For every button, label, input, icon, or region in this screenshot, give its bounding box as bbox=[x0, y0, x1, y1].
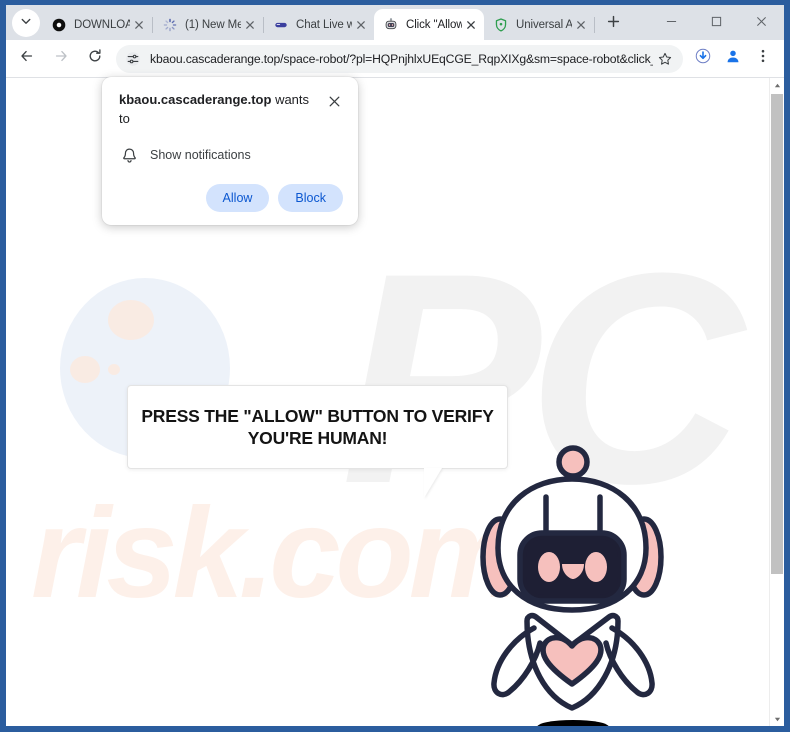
chat-pill-icon bbox=[273, 17, 289, 33]
tab-title: DOWNLOAD bbox=[74, 19, 130, 31]
robot-icon bbox=[383, 17, 399, 33]
chevron-down-icon bbox=[20, 14, 32, 32]
new-tab-button[interactable] bbox=[599, 10, 627, 38]
kebab-menu-icon bbox=[755, 48, 771, 69]
watermark-risk: risk.com bbox=[31, 482, 522, 625]
permission-dialog-title: kbaou.cascaderange.top wants to bbox=[119, 91, 314, 129]
bookmark-star-icon[interactable] bbox=[653, 47, 677, 71]
page-scrollbar[interactable] bbox=[769, 78, 784, 726]
address-bar[interactable]: kbaou.cascaderange.top/space-robot/?pl=H… bbox=[116, 44, 683, 73]
bell-icon bbox=[121, 147, 138, 164]
browser-tab-click-allow[interactable]: Click "Allow" bbox=[374, 9, 484, 40]
close-icon[interactable] bbox=[462, 16, 480, 34]
browser-tab-chat-live[interactable]: Chat Live with bbox=[264, 10, 374, 40]
screenshot-frame: DOWNLOAD bbox=[0, 0, 790, 732]
back-button[interactable] bbox=[12, 44, 42, 74]
url-text[interactable]: kbaou.cascaderange.top/space-robot/?pl=H… bbox=[150, 52, 653, 66]
notification-permission-dialog: kbaou.cascaderange.top wants to Show not… bbox=[102, 77, 358, 225]
speech-bubble-text: PRESS THE "ALLOW" BUTTON TO VERIFY YOU'R… bbox=[141, 405, 494, 448]
reload-icon bbox=[87, 48, 103, 69]
loading-spinner-icon bbox=[162, 17, 178, 33]
browser-window: DOWNLOAD bbox=[6, 5, 784, 726]
scroll-down-arrow-icon[interactable] bbox=[770, 712, 784, 726]
window-minimize-button[interactable] bbox=[649, 7, 694, 39]
chrome-menu-button[interactable] bbox=[749, 45, 777, 73]
speech-bubble-tail bbox=[424, 468, 442, 498]
window-close-button[interactable] bbox=[739, 7, 784, 39]
robot-shadow bbox=[537, 720, 609, 726]
minimize-icon bbox=[666, 14, 677, 32]
tab-strip: DOWNLOAD bbox=[6, 5, 784, 40]
close-icon bbox=[756, 14, 767, 32]
permission-request-row: Show notifications bbox=[119, 147, 343, 164]
browser-tab-universal-ad[interactable]: Universal Ad bbox=[484, 10, 594, 40]
forward-button bbox=[46, 44, 76, 74]
reload-button[interactable] bbox=[80, 44, 110, 74]
browser-tab-download[interactable]: DOWNLOAD bbox=[42, 10, 152, 40]
block-button[interactable]: Block bbox=[278, 183, 343, 212]
profile-avatar-icon bbox=[725, 48, 741, 69]
back-arrow-icon bbox=[19, 48, 35, 69]
planet-crater bbox=[108, 364, 120, 375]
forward-arrow-icon bbox=[53, 48, 69, 69]
scroll-up-arrow-icon[interactable] bbox=[770, 78, 784, 92]
tab-title: (1) New Mes bbox=[185, 19, 241, 31]
scrollbar-thumb[interactable] bbox=[771, 94, 783, 574]
planet-crater bbox=[108, 300, 154, 340]
tune-sliders-icon[interactable] bbox=[122, 48, 144, 70]
close-icon[interactable] bbox=[241, 16, 259, 34]
browser-toolbar: kbaou.cascaderange.top/space-robot/?pl=H… bbox=[6, 40, 784, 77]
download-circle-icon bbox=[51, 17, 67, 33]
close-icon[interactable] bbox=[572, 16, 590, 34]
permission-origin: kbaou.cascaderange.top bbox=[119, 92, 272, 107]
planet-crater bbox=[70, 356, 100, 383]
permission-dialog-actions: Allow Block bbox=[119, 183, 343, 212]
close-icon[interactable] bbox=[130, 16, 148, 34]
speech-bubble: PRESS THE "ALLOW" BUTTON TO VERIFY YOU'R… bbox=[127, 385, 508, 469]
profile-button[interactable] bbox=[719, 45, 747, 73]
tab-search-button[interactable] bbox=[12, 9, 40, 37]
tab-separator bbox=[594, 17, 595, 33]
maximize-icon bbox=[711, 14, 722, 32]
green-shield-icon bbox=[493, 17, 509, 33]
tab-title: Click "Allow" bbox=[406, 18, 462, 31]
close-icon[interactable] bbox=[352, 16, 370, 34]
window-maximize-button[interactable] bbox=[694, 7, 739, 39]
downloads-button[interactable] bbox=[689, 45, 717, 73]
browser-tab-new-message[interactable]: (1) New Mes bbox=[153, 10, 263, 40]
tab-title: Chat Live with bbox=[296, 19, 352, 31]
tab-title: Universal Ad bbox=[516, 19, 572, 31]
allow-button[interactable]: Allow bbox=[205, 183, 270, 212]
plus-icon bbox=[607, 15, 620, 33]
permission-request-label: Show notifications bbox=[150, 148, 251, 163]
robot-mascot-illustration bbox=[480, 445, 664, 726]
close-icon[interactable] bbox=[325, 92, 343, 110]
download-arrow-icon bbox=[695, 48, 711, 69]
permission-dialog-header: kbaou.cascaderange.top wants to bbox=[119, 91, 343, 129]
window-controls bbox=[649, 5, 784, 40]
